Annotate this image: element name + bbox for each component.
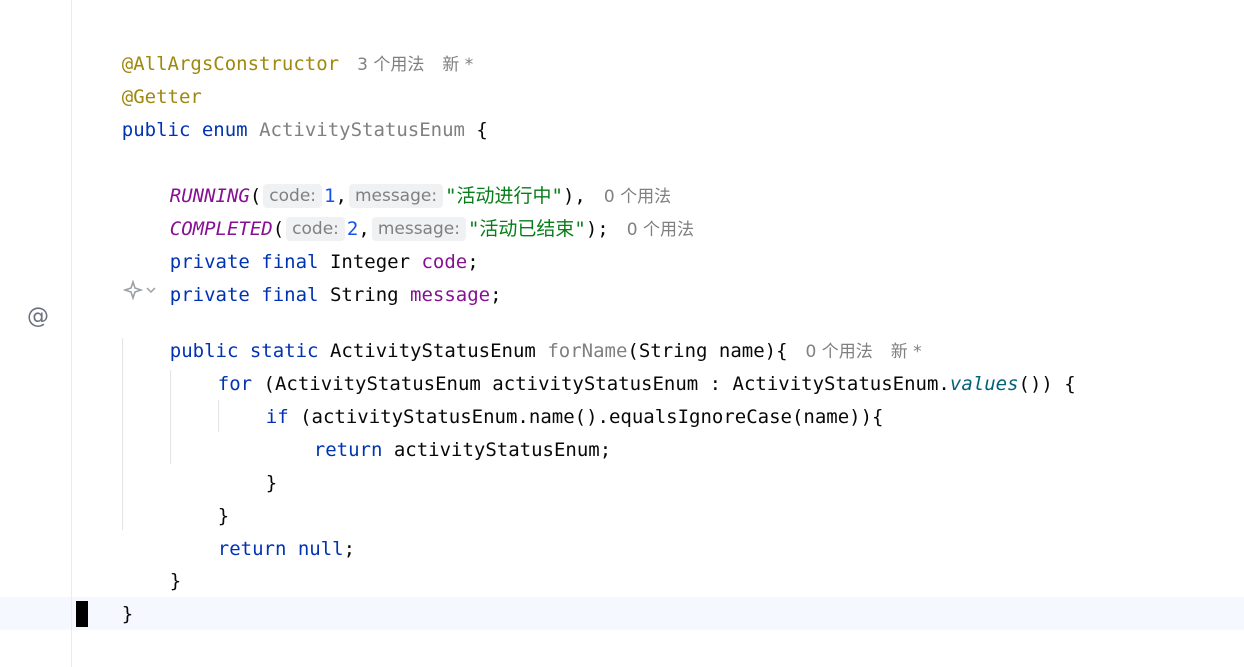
code-line-method-close: } bbox=[124, 532, 181, 592]
tail: ); bbox=[585, 218, 609, 240]
gutter-border bbox=[71, 0, 72, 667]
indent-guide bbox=[170, 370, 171, 464]
code-editor[interactable]: @ @AllArgsConstructor 3 个用法新 * @Getter pu… bbox=[0, 0, 1244, 667]
ai-assistant-icon[interactable] bbox=[123, 280, 143, 300]
for-tail: ()) { bbox=[1018, 373, 1076, 395]
text-caret bbox=[76, 601, 88, 627]
author-hint[interactable]: 新 * bbox=[442, 55, 473, 75]
semicolon: ; bbox=[343, 538, 356, 560]
message-value: "活动已结束" bbox=[467, 218, 586, 240]
code-line-method-signature: public static ActivityStatusEnum forName… bbox=[124, 302, 922, 362]
indent-guide bbox=[218, 400, 219, 432]
keyword-public: public bbox=[121, 119, 191, 141]
code-line-return-enum: return activityStatusEnum; bbox=[268, 401, 611, 461]
keyword-null: null bbox=[297, 538, 344, 560]
brace: } bbox=[265, 472, 278, 494]
code-line-completed: COMPLETED(code: 2, message: "活动已结束"); 0 个用法 bbox=[124, 180, 694, 241]
class-name: ActivityStatusEnum bbox=[259, 119, 465, 141]
brace: { bbox=[464, 119, 488, 141]
code-line-return-null: return null; bbox=[172, 500, 355, 560]
call-values: values bbox=[949, 373, 1019, 395]
code-line-running: RUNNING(code: 1, message: "活动进行中"), 0 个用法 bbox=[124, 147, 671, 208]
code-line-2: @Getter bbox=[76, 48, 202, 108]
code-line-3: public enum ActivityStatusEnum { bbox=[76, 81, 488, 141]
usages-hint[interactable]: 3 个用法 bbox=[357, 55, 424, 75]
ai-assistant-inline[interactable] bbox=[123, 280, 156, 300]
brace: } bbox=[169, 570, 182, 592]
code-line-for: for (ActivityStatusEnum activityStatusEn… bbox=[172, 335, 1076, 395]
keyword-return: return bbox=[313, 439, 383, 461]
code-line-1: @AllArgsConstructor 3 个用法新 * bbox=[76, 15, 473, 75]
code-line-field-code: private final Integer code; bbox=[124, 213, 479, 273]
brace: } bbox=[121, 603, 134, 625]
code-line-for-close: } bbox=[172, 467, 229, 527]
code-line-field-message: private final String message; bbox=[124, 246, 502, 306]
keyword-enum: enum bbox=[201, 119, 248, 141]
indent-guide bbox=[122, 338, 123, 530]
code-line-if-close: } bbox=[220, 434, 277, 494]
code-line-if: if (activityStatusEnum.name().equalsIgno… bbox=[220, 368, 884, 428]
keyword-return: return bbox=[217, 538, 287, 560]
usages-hint[interactable]: 0 个用法 bbox=[627, 220, 694, 240]
chevron-down-icon[interactable] bbox=[146, 285, 156, 295]
code-line-class-close: } bbox=[76, 565, 133, 625]
current-line-highlight bbox=[0, 597, 1244, 630]
override-gutter-icon[interactable]: @ bbox=[27, 305, 49, 329]
return-value: activityStatusEnum; bbox=[382, 439, 612, 461]
